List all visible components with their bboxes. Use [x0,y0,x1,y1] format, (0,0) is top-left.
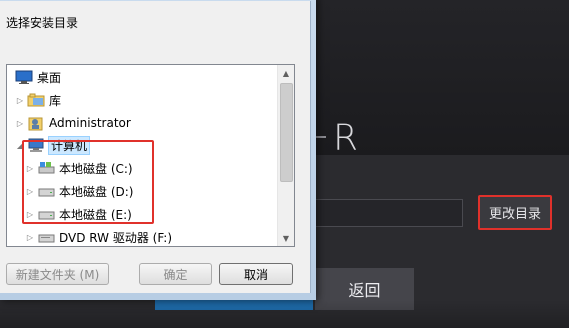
tree-item-label: DVD RW 驱动器 (F:) [59,230,173,245]
tree-item-desktop[interactable]: 桌面 [15,66,61,88]
expand-arrow-icon[interactable]: ▷ [15,118,25,128]
back-button[interactable]: 返回 [315,268,414,310]
new-folder-button[interactable]: 新建文件夹 (M) [6,263,109,285]
scroll-thumb[interactable] [280,83,293,182]
scroll-down-arrow-icon[interactable]: ▼ [278,230,294,246]
tree-item-library[interactable]: ▷ 库 [15,89,61,111]
tree-item-administrator[interactable]: ▷ Administrator [15,112,131,134]
ok-button[interactable]: 确定 [139,263,212,285]
logo-mark [316,136,326,138]
tree-item-label: Administrator [49,116,131,130]
install-path-input[interactable] [300,199,463,227]
dialog-title: 选择安装目录 [6,16,79,30]
expand-arrow-icon[interactable]: ▷ [25,232,35,242]
tree-item-label: 桌面 [37,70,62,85]
drives-highlight-annotation [22,140,154,224]
tree-item-dvd-drive[interactable]: ▷ DVD RW 驱动器 (F:) [25,226,173,246]
library-icon [27,92,45,108]
tree-scrollbar[interactable]: ▲ ▼ [277,65,294,246]
dvd-drive-icon [37,229,55,245]
change-directory-button[interactable]: 更改目录 [478,195,552,230]
user-folder-icon [27,115,45,131]
scroll-up-arrow-icon[interactable]: ▲ [278,65,294,81]
desktop-icon [15,69,33,85]
expand-arrow-icon[interactable]: ▷ [15,95,25,105]
cancel-button[interactable]: 取消 [219,263,293,285]
app-logo: R [333,118,361,159]
tree-item-label: 库 [49,93,62,108]
